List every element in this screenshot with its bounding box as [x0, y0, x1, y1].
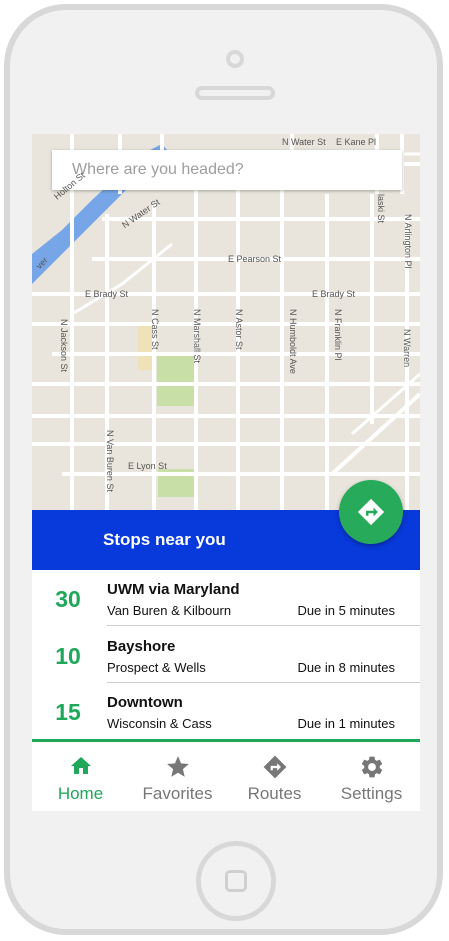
divider: [107, 625, 420, 626]
route-number: 15: [55, 699, 81, 725]
nav-label: Routes: [247, 784, 302, 803]
nav-routes[interactable]: Routes: [226, 742, 323, 811]
app-screen: N Water St E Kane Pl N Water St E Pearso…: [32, 134, 420, 811]
nav-favorites[interactable]: Favorites: [129, 742, 226, 811]
route-name: UWM via Maryland: [107, 581, 240, 598]
street-label: E Brady St: [85, 289, 129, 299]
nav-label: Home: [57, 784, 104, 803]
street-label: E Pearson St: [228, 254, 282, 264]
stop-location: Prospect & Wells: [107, 660, 206, 675]
list-item[interactable]: 15 Downtown Wisconsin & Cass Due in 1 mi…: [32, 683, 420, 739]
bottom-nav: Home Favorites Routes Settings: [32, 739, 420, 811]
map-view[interactable]: N Water St E Kane Pl N Water St E Pearso…: [32, 134, 420, 510]
directions-icon: [263, 755, 286, 779]
due-time: Due in 8 minutes: [297, 660, 395, 675]
star-icon: [166, 756, 189, 777]
route-name: Bayshore: [107, 638, 176, 655]
list-item[interactable]: 10 Bayshore Prospect & Wells Due in 8 mi…: [32, 627, 420, 683]
nav-home[interactable]: Home: [32, 742, 129, 811]
street-label: N Jackson St: [59, 319, 69, 373]
street-label: E Kane Pl: [336, 137, 377, 147]
nav-label: Settings: [340, 784, 403, 803]
speaker-grille: [195, 86, 275, 100]
street-label: laski St: [376, 194, 386, 224]
street-label: E Brady St: [312, 289, 356, 299]
street-label: N Franklin Pl: [333, 309, 343, 361]
street-label: N Humboldt Ave: [288, 309, 298, 374]
nav-settings[interactable]: Settings: [323, 742, 420, 811]
street-label: N Water St: [282, 137, 326, 147]
directions-icon: [357, 498, 385, 526]
hardware-home-button[interactable]: [196, 841, 276, 921]
route-name: Downtown: [107, 694, 183, 711]
stop-location: Wisconsin & Cass: [107, 716, 212, 731]
street-label: N Marshall St: [192, 309, 202, 364]
search-input[interactable]: [52, 160, 402, 180]
nav-label: Favorites: [142, 784, 213, 803]
stops-header-title: Stops near you: [103, 530, 226, 549]
due-time: Due in 1 minutes: [297, 716, 395, 731]
directions-fab[interactable]: [339, 480, 403, 544]
home-square-icon: [225, 870, 247, 892]
home-icon: [70, 757, 91, 774]
street-label: N Van Buren St: [105, 430, 115, 492]
list-item[interactable]: 30 UWM via Maryland Van Buren & Kilbourn…: [32, 570, 420, 626]
street-label: N Warren: [402, 329, 412, 368]
search-bar[interactable]: [52, 150, 402, 190]
street-label: N Arlington Pl: [403, 214, 413, 269]
stops-list: 30 UWM via Maryland Van Buren & Kilbourn…: [32, 570, 420, 740]
street-label: N Astor St: [234, 309, 244, 350]
camera-icon: [226, 50, 244, 68]
route-number: 30: [55, 586, 81, 612]
route-number: 10: [55, 643, 81, 669]
due-time: Due in 5 minutes: [297, 603, 395, 618]
stop-location: Van Buren & Kilbourn: [107, 603, 232, 618]
map-streets-graphic: [32, 134, 420, 510]
street-label: N Cass St: [150, 309, 160, 350]
street-label: E Lyon St: [128, 461, 167, 471]
gear-icon: [361, 756, 382, 778]
